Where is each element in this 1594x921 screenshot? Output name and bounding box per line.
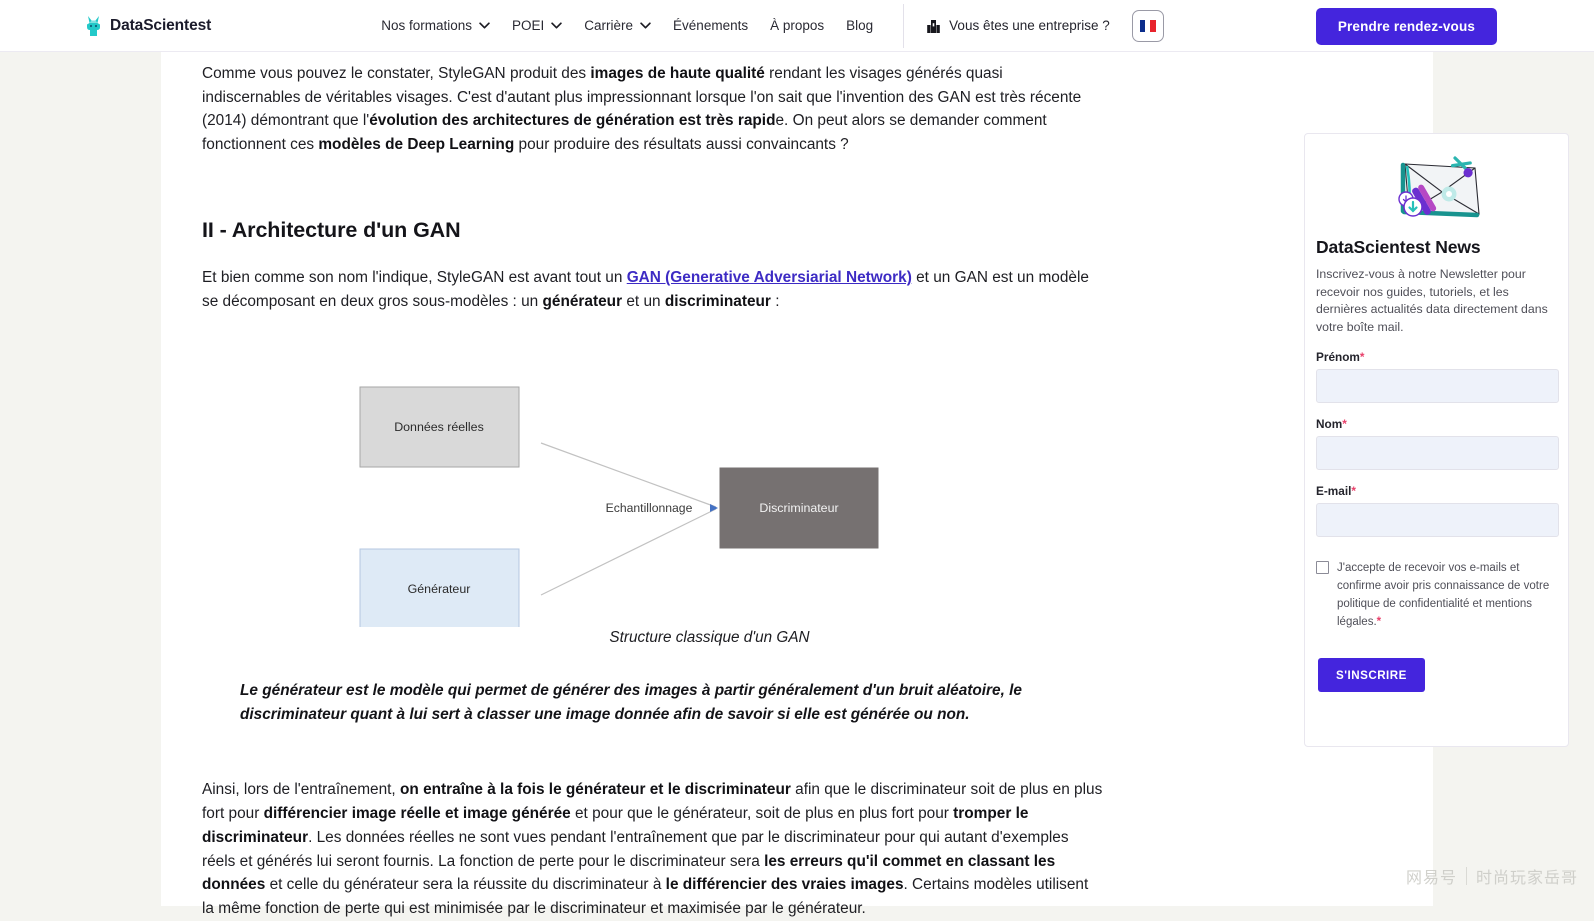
nav-label: Carrière <box>584 18 634 33</box>
watermark-divider <box>1465 867 1467 885</box>
intro-bold-3: modèles de Deep Learning <box>318 136 515 154</box>
sec-text-d: : <box>770 292 780 310</box>
sec-bold-1: générateur <box>542 292 623 310</box>
sec-text-a: Et bien comme son nom l'indique, StyleGA… <box>202 268 627 286</box>
chevron-down-icon <box>640 22 651 29</box>
nav-item-poei[interactable]: POEI <box>512 18 563 33</box>
close-text-a: Ainsi, lors de l'entraînement, <box>202 781 400 799</box>
intro-paragraph: Comme vous pouvez le constater, StyleGAN… <box>202 62 1102 157</box>
close-bold-5: le différencier des vraies images <box>665 876 904 894</box>
consent-row: J'accepte de recevoir vos e-mails et con… <box>1316 559 1557 631</box>
required-mark: * <box>1359 350 1365 364</box>
nav-label: Nos formations <box>381 18 473 33</box>
section-heading: II - Architecture d'un GAN <box>202 217 461 242</box>
close-text-c: et pour que le générateur, soit de plus … <box>570 805 954 823</box>
enterprise-label: Vous êtes une entreprise ? <box>949 18 1110 33</box>
edge-label-echantillonnage: Echantillonnage <box>606 501 693 515</box>
prenom-field-label: Prénom* <box>1316 350 1365 364</box>
building-icon <box>927 19 940 33</box>
logo-text: DataScientest <box>110 16 212 34</box>
language-switcher-button[interactable] <box>1131 9 1164 42</box>
newsletter-signup-card: DataScientest News Inscrivez-vous à notr… <box>1304 133 1569 747</box>
nav-label: Événements <box>673 18 749 33</box>
header-divider <box>903 3 905 48</box>
nom-field-label: Nom* <box>1316 417 1347 431</box>
watermark: 网易号 时尚玩家岳哥 <box>1406 864 1578 888</box>
sec-text-c: et un <box>622 292 665 310</box>
prenom-input[interactable] <box>1316 369 1559 403</box>
nav-item-carriere[interactable]: Carrière <box>584 18 651 33</box>
consent-checkbox[interactable] <box>1316 561 1329 574</box>
article-body: Comme vous pouvez le constater, StyleGAN… <box>202 62 1102 313</box>
gan-architecture-diagram: Données réelles Générateur Discriminateu… <box>359 386 879 627</box>
sec-bold-2: discriminateur <box>664 292 771 310</box>
newsletter-title: DataScientest News <box>1316 237 1481 257</box>
diagram-caption: Structure classique d'un GAN <box>609 629 810 646</box>
page-content-canvas: Comme vous pouvez le constater, StyleGAN… <box>161 52 1569 917</box>
fr-flag-icon <box>1139 19 1156 32</box>
required-mark: * <box>1351 484 1356 498</box>
newsletter-description: Inscrivez-vous à notre Newsletter pour r… <box>1316 267 1548 334</box>
close-bold-2: différencier image réelle et image génér… <box>263 805 571 823</box>
nav-item-blog[interactable]: Blog <box>846 18 873 33</box>
watermark-account: 时尚玩家岳哥 <box>1475 868 1578 887</box>
nom-input[interactable] <box>1316 436 1559 470</box>
watermark-brand: 网易号 <box>1405 868 1457 887</box>
nav-label: Blog <box>846 18 874 33</box>
nav-item-evenements[interactable]: Événements <box>673 18 748 33</box>
node-label-discriminator: Discriminateur <box>759 501 838 515</box>
intro-text-a: Comme vous pouvez le constater, StyleGAN… <box>202 65 591 82</box>
site-header: DataScientest Nos formations POEI Carriè… <box>0 0 1594 52</box>
gan-diagram-figure: Données réelles Générateur Discriminateu… <box>341 375 1101 647</box>
close-bold-1: on entraîne à la fois le générateur et l… <box>399 781 791 799</box>
email-field-label: E-mail* <box>1316 484 1356 498</box>
newsletter-submit-button[interactable]: S'INSCRIRE <box>1318 658 1425 692</box>
nav-item-nos-formations[interactable]: Nos formations <box>381 18 490 33</box>
required-mark: * <box>1376 616 1382 628</box>
chevron-down-icon <box>551 22 563 29</box>
nav-label: POEI <box>512 18 545 33</box>
node-label-generator: Générateur <box>408 582 471 596</box>
envelope-newsletter-icon <box>1397 156 1480 218</box>
enterprise-link[interactable]: Vous êtes une entreprise ? <box>926 18 1110 34</box>
intro-text-d: pour produire des résultats aussi convai… <box>514 136 849 154</box>
required-mark: * <box>1342 417 1347 431</box>
intro-bold-1: images de haute qualité <box>590 65 765 82</box>
site-logo[interactable]: DataScientest <box>84 15 211 37</box>
closing-paragraph: Ainsi, lors de l'entraînement, on entraî… <box>202 778 1104 920</box>
chevron-down-icon <box>479 22 490 29</box>
newsletter-icon-wrapper <box>1316 152 1557 224</box>
nav-label: À propos <box>770 18 825 33</box>
consent-label: J'accepte de recevoir vos e-mails et con… <box>1337 562 1550 628</box>
intro-bold-2: évolution des architectures de génératio… <box>369 112 776 130</box>
nav-item-a-propos[interactable]: À propos <box>770 18 824 33</box>
prendre-rendez-vous-button[interactable]: Prendre rendez-vous <box>1315 8 1497 45</box>
close-text-e: et celle du générateur sera la réussite … <box>265 876 666 894</box>
emphasis-quote: Le générateur est le modèle qui permet d… <box>240 682 1022 724</box>
node-label-real-data: Données réelles <box>394 420 484 434</box>
gan-wikipedia-link[interactable]: GAN (Generative Adversiarial Network) <box>627 269 912 286</box>
section-intro-paragraph: Et bien comme son nom l'indique, StyleGA… <box>202 266 1102 313</box>
rabbit-logo-icon <box>87 15 100 36</box>
email-input[interactable] <box>1316 503 1559 537</box>
main-navigation: Nos formations POEI Carrière Événements … <box>381 18 873 33</box>
